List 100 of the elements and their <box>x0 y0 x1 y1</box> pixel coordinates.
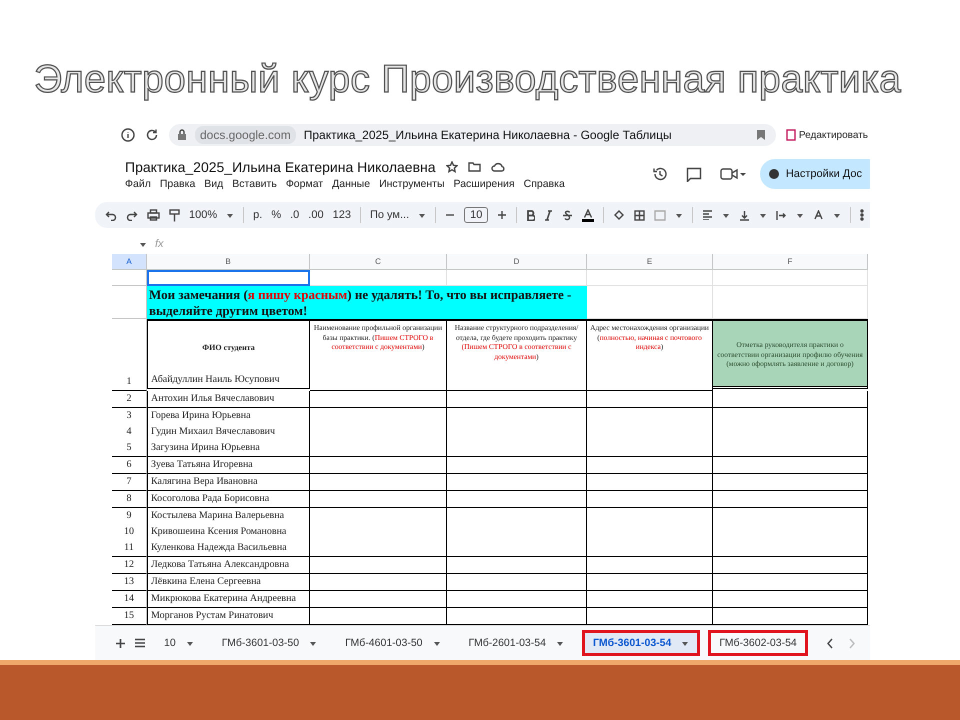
student-name: Абайдуллин Наиль Юсупович <box>150 373 281 387</box>
chevron-left-icon[interactable] <box>826 638 834 649</box>
zoom-dropdown[interactable]: 100% <box>189 209 218 221</box>
comment-icon[interactable] <box>686 166 702 182</box>
share-button[interactable]: Настройки Дос <box>760 159 870 189</box>
row-number: 11 <box>123 541 135 555</box>
caret-icon[interactable] <box>796 212 804 218</box>
row-number: 2 <box>126 392 132 406</box>
menu-item[interactable]: Файл <box>125 178 151 190</box>
bold-icon[interactable] <box>526 210 536 220</box>
menu-item[interactable]: Справка <box>524 178 565 190</box>
address-host: docs.google.com <box>195 126 296 144</box>
row-number: 6 <box>126 458 132 472</box>
row-number: 4 <box>126 425 132 439</box>
edit-button[interactable]: Редактировать <box>786 129 870 141</box>
text-color-icon[interactable] <box>582 208 594 222</box>
row-number: 15 <box>123 609 135 623</box>
valign-icon[interactable] <box>739 210 750 220</box>
caret-icon[interactable] <box>418 212 426 218</box>
row-number: 10 <box>123 525 135 539</box>
menu-item[interactable]: Формат <box>286 178 324 190</box>
currency-button[interactable]: р. <box>253 209 262 221</box>
font-size-field[interactable]: 10 <box>464 207 488 223</box>
caret-icon[interactable] <box>556 640 564 647</box>
column-header[interactable]: E <box>587 254 713 270</box>
info-icon[interactable] <box>121 128 135 142</box>
italic-icon[interactable] <box>544 210 554 220</box>
student-name: Куленкова Надежда Васильевна <box>150 541 288 555</box>
reload-icon[interactable] <box>145 128 159 142</box>
caret-icon[interactable] <box>432 640 441 647</box>
row-number: 9 <box>126 509 132 523</box>
student-name: Калягина Вера Ивановна <box>150 475 259 489</box>
borders-icon[interactable] <box>634 210 646 220</box>
document-title: Практика_2025_Ильина Екатерина Николаевна <box>125 158 436 174</box>
caret-icon[interactable] <box>186 640 194 647</box>
caret-icon[interactable] <box>759 212 768 218</box>
menu-item[interactable]: Инструменты <box>379 178 445 190</box>
number-format-button[interactable]: 123 <box>332 209 351 221</box>
plus-icon[interactable] <box>497 210 508 220</box>
menu-item[interactable]: Вставить <box>232 178 277 190</box>
menu-item[interactable]: Расширения <box>454 178 515 190</box>
menu-item[interactable]: Данные <box>332 178 370 190</box>
column-title: ФИО студента <box>201 343 256 352</box>
strikethrough-icon[interactable] <box>562 210 574 220</box>
menu-item[interactable]: Правка <box>160 178 196 190</box>
print-icon[interactable] <box>147 209 160 221</box>
sheet-tab[interactable]: ГМб-4601-03-50 <box>335 630 451 656</box>
address-bar[interactable]: docs.google.com Практика_2025_Ильина Екатерина Николаевна - Google Таблицы <box>169 124 776 146</box>
column-header[interactable]: C <box>310 254 447 270</box>
caret-icon[interactable] <box>675 212 684 218</box>
sheet-tab[interactable]: 10 <box>154 630 204 656</box>
history-icon[interactable] <box>652 166 668 182</box>
row-number: 5 <box>126 441 132 455</box>
folder-icon[interactable] <box>468 161 481 172</box>
student-name: Костылева Марина Валерьевна <box>150 509 286 523</box>
student-name: Морганов Рустам Ринатович <box>150 609 274 623</box>
text-wrap-icon[interactable] <box>776 210 788 220</box>
undo-icon[interactable] <box>105 209 117 221</box>
caret-icon[interactable] <box>681 640 690 647</box>
sheet-tab[interactable]: ГМб-2601-03-54 <box>458 630 574 656</box>
slide-title: Электронный курс Производственная практика <box>34 58 902 102</box>
redo-icon[interactable] <box>126 209 138 221</box>
caret-icon[interactable] <box>139 240 147 248</box>
caret-icon[interactable] <box>722 212 730 218</box>
caret-icon[interactable] <box>309 640 318 647</box>
page-title: Практика_2025_Ильина Екатерина Николаевна - Google Таблицы <box>304 128 673 142</box>
increase-decimal-button[interactable]: .00 <box>308 209 324 221</box>
bookmark-icon[interactable] <box>756 129 766 141</box>
text-rotation-icon[interactable] <box>813 210 824 220</box>
menu-item[interactable]: Вид <box>204 178 224 190</box>
student-name: Косоголова Рада Борисовна <box>150 492 270 506</box>
column-header[interactable]: A <box>112 254 147 270</box>
student-name: Микрюкова Екатерина Андреевна <box>150 592 297 606</box>
row-number: 3 <box>126 409 132 423</box>
selected-cell[interactable] <box>147 270 310 286</box>
student-name: Зуева Татьяна Игоревна <box>150 458 254 472</box>
column-header[interactable]: D <box>447 254 587 270</box>
fill-color-icon[interactable] <box>613 209 626 221</box>
student-name: Лёвкина Елена Сергеевна <box>150 575 262 589</box>
cloud-icon[interactable] <box>490 161 505 172</box>
plus-icon[interactable] <box>115 638 126 649</box>
sheet-tab[interactable]: ГМб-3601-03-50 <box>212 630 328 656</box>
student-name: Ледкова Татьяна Александровна <box>150 558 290 572</box>
column-header[interactable]: F <box>713 254 868 270</box>
caret-icon[interactable] <box>226 212 234 218</box>
column-header[interactable]: B <box>147 254 310 270</box>
row-number: 13 <box>123 575 135 589</box>
video-icon[interactable] <box>720 167 746 181</box>
sheet-tab[interactable]: ГМб-3602-03-54 <box>708 630 808 656</box>
decrease-decimal-button[interactable]: .0 <box>290 209 300 221</box>
font-dropdown[interactable]: По ум... <box>370 209 410 221</box>
more-icon[interactable] <box>860 209 864 221</box>
paint-format-icon[interactable] <box>169 208 180 222</box>
sheet-tab[interactable]: ГМб-3601-03-54 <box>582 630 700 656</box>
percent-button[interactable]: % <box>271 209 282 221</box>
row-number: 14 <box>123 592 135 606</box>
menu-icon[interactable] <box>134 638 146 648</box>
star-icon[interactable] <box>446 160 458 172</box>
caret-icon[interactable] <box>833 212 842 218</box>
align-icon[interactable] <box>702 210 714 220</box>
